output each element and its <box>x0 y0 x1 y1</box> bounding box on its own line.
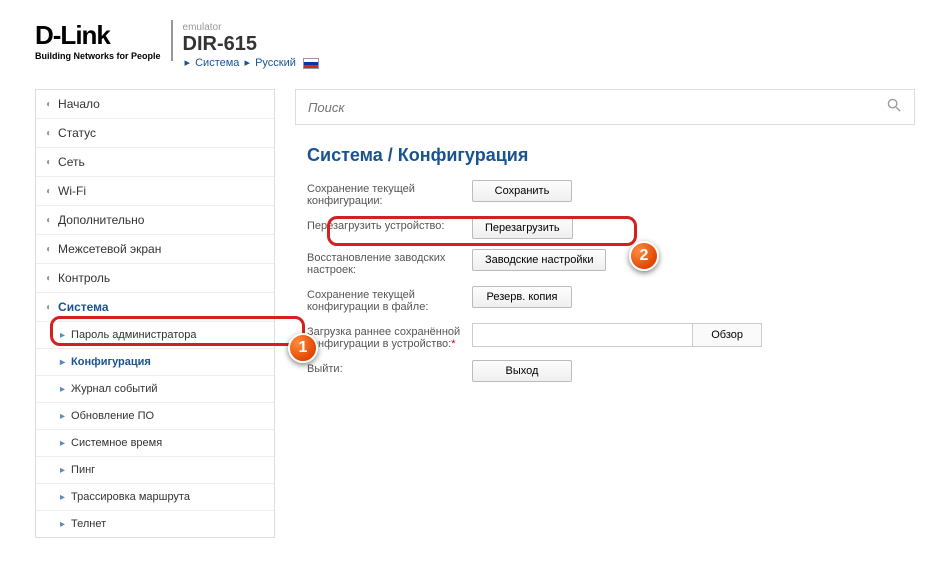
arrow-icon: ▸ <box>60 465 65 476</box>
sidebar-subitem-eventlog[interactable]: ▸Журнал событий <box>36 376 274 403</box>
chevron-icon: ◐ <box>46 215 52 226</box>
crumb-language[interactable]: Русский <box>255 57 296 69</box>
arrow-icon: ▸ <box>60 384 65 395</box>
header-info: emulator DIR-615 ▸ Система ▸ Русский <box>183 20 319 69</box>
reboot-button[interactable]: Перезагрузить <box>472 217 573 239</box>
chevron-icon: ◐ <box>46 273 52 284</box>
sidebar-item-firewall[interactable]: ◐Межсетевой экран <box>36 235 274 264</box>
chevron-icon: ◐ <box>46 186 52 197</box>
arrow-icon: ▸ <box>60 411 65 422</box>
row-load-config: Загрузка раннее сохранённой конфигурации… <box>307 323 903 350</box>
file-input[interactable]: Обзор <box>472 323 762 347</box>
logo-text: D-Link <box>35 20 161 51</box>
annotation-marker-1: 1 <box>288 333 318 363</box>
sidebar-subitem-ping[interactable]: ▸Пинг <box>36 457 274 484</box>
sidebar-item-wifi[interactable]: ◐Wi-Fi <box>36 177 274 206</box>
chevron-icon: ◐ <box>46 128 52 139</box>
sidebar-subitem-admin-password[interactable]: ▸Пароль администратора <box>36 322 274 349</box>
sidebar-item-home[interactable]: ◐Начало <box>36 90 274 119</box>
search-box <box>295 89 915 125</box>
sidebar-subitem-firmware[interactable]: ▸Обновление ПО <box>36 403 274 430</box>
backup-button[interactable]: Резерв. копия <box>472 286 572 308</box>
logo: D-Link Building Networks for People <box>35 20 173 61</box>
arrow-icon: ▸ <box>60 330 65 341</box>
search-input[interactable] <box>308 100 887 115</box>
sidebar-item-status[interactable]: ◐Статус <box>36 119 274 148</box>
chevron-icon: ◐ <box>46 157 52 168</box>
arrow-icon: ▸ <box>60 492 65 503</box>
browse-button[interactable]: Обзор <box>692 324 761 346</box>
emulator-label: emulator <box>183 22 319 33</box>
logo-tagline: Building Networks for People <box>35 51 161 61</box>
arrow-icon: ▸ <box>60 357 65 368</box>
row-factory-reset: Восстановление заводских настроек: Завод… <box>307 249 903 276</box>
sidebar-subitem-configuration[interactable]: ▸Конфигурация <box>36 349 274 376</box>
main-content: Система / Конфигурация Сохранение текуще… <box>295 89 915 538</box>
sidebar-item-system[interactable]: ◐Система <box>36 293 274 322</box>
arrow-icon: ▸ <box>60 438 65 449</box>
annotation-marker-2: 2 <box>629 241 659 271</box>
crumb-system[interactable]: Система <box>195 57 239 69</box>
save-button[interactable]: Сохранить <box>472 180 572 202</box>
chevron-icon: ◐ <box>46 99 52 110</box>
row-save-config: Сохранение текущей конфигурации: Сохрани… <box>307 180 903 207</box>
sidebar: ◐Начало ◐Статус ◐Сеть ◐Wi-Fi ◐Дополнител… <box>35 89 275 538</box>
arrow-icon: ▸ <box>60 519 65 530</box>
row-backup: Сохранение текущей конфигурации в файле:… <box>307 286 903 313</box>
sidebar-subitem-systemtime[interactable]: ▸Системное время <box>36 430 274 457</box>
row-logout: Выйти: Выход <box>307 360 903 382</box>
sidebar-subitem-telnet[interactable]: ▸Телнет <box>36 511 274 537</box>
chevron-icon: ◐ <box>46 244 52 255</box>
breadcrumb: ▸ Система ▸ Русский <box>183 56 319 69</box>
sidebar-item-control[interactable]: ◐Контроль <box>36 264 274 293</box>
search-icon[interactable] <box>887 98 902 116</box>
sidebar-item-network[interactable]: ◐Сеть <box>36 148 274 177</box>
flag-ru-icon <box>303 58 319 69</box>
file-path-field[interactable] <box>473 324 692 346</box>
row-reboot: Перезагрузить устройство: Перезагрузить <box>307 217 903 239</box>
logout-button[interactable]: Выход <box>472 360 572 382</box>
factory-reset-button[interactable]: Заводские настройки <box>472 249 606 271</box>
config-form: Сохранение текущей конфигурации: Сохрани… <box>295 180 915 382</box>
chevron-icon: ◐ <box>46 302 52 313</box>
header: D-Link Building Networks for People emul… <box>35 20 915 69</box>
sidebar-subitem-traceroute[interactable]: ▸Трассировка маршрута <box>36 484 274 511</box>
model-label: DIR-615 <box>183 33 319 56</box>
sidebar-item-advanced[interactable]: ◐Дополнительно <box>36 206 274 235</box>
page-title: Система / Конфигурация <box>295 145 915 180</box>
